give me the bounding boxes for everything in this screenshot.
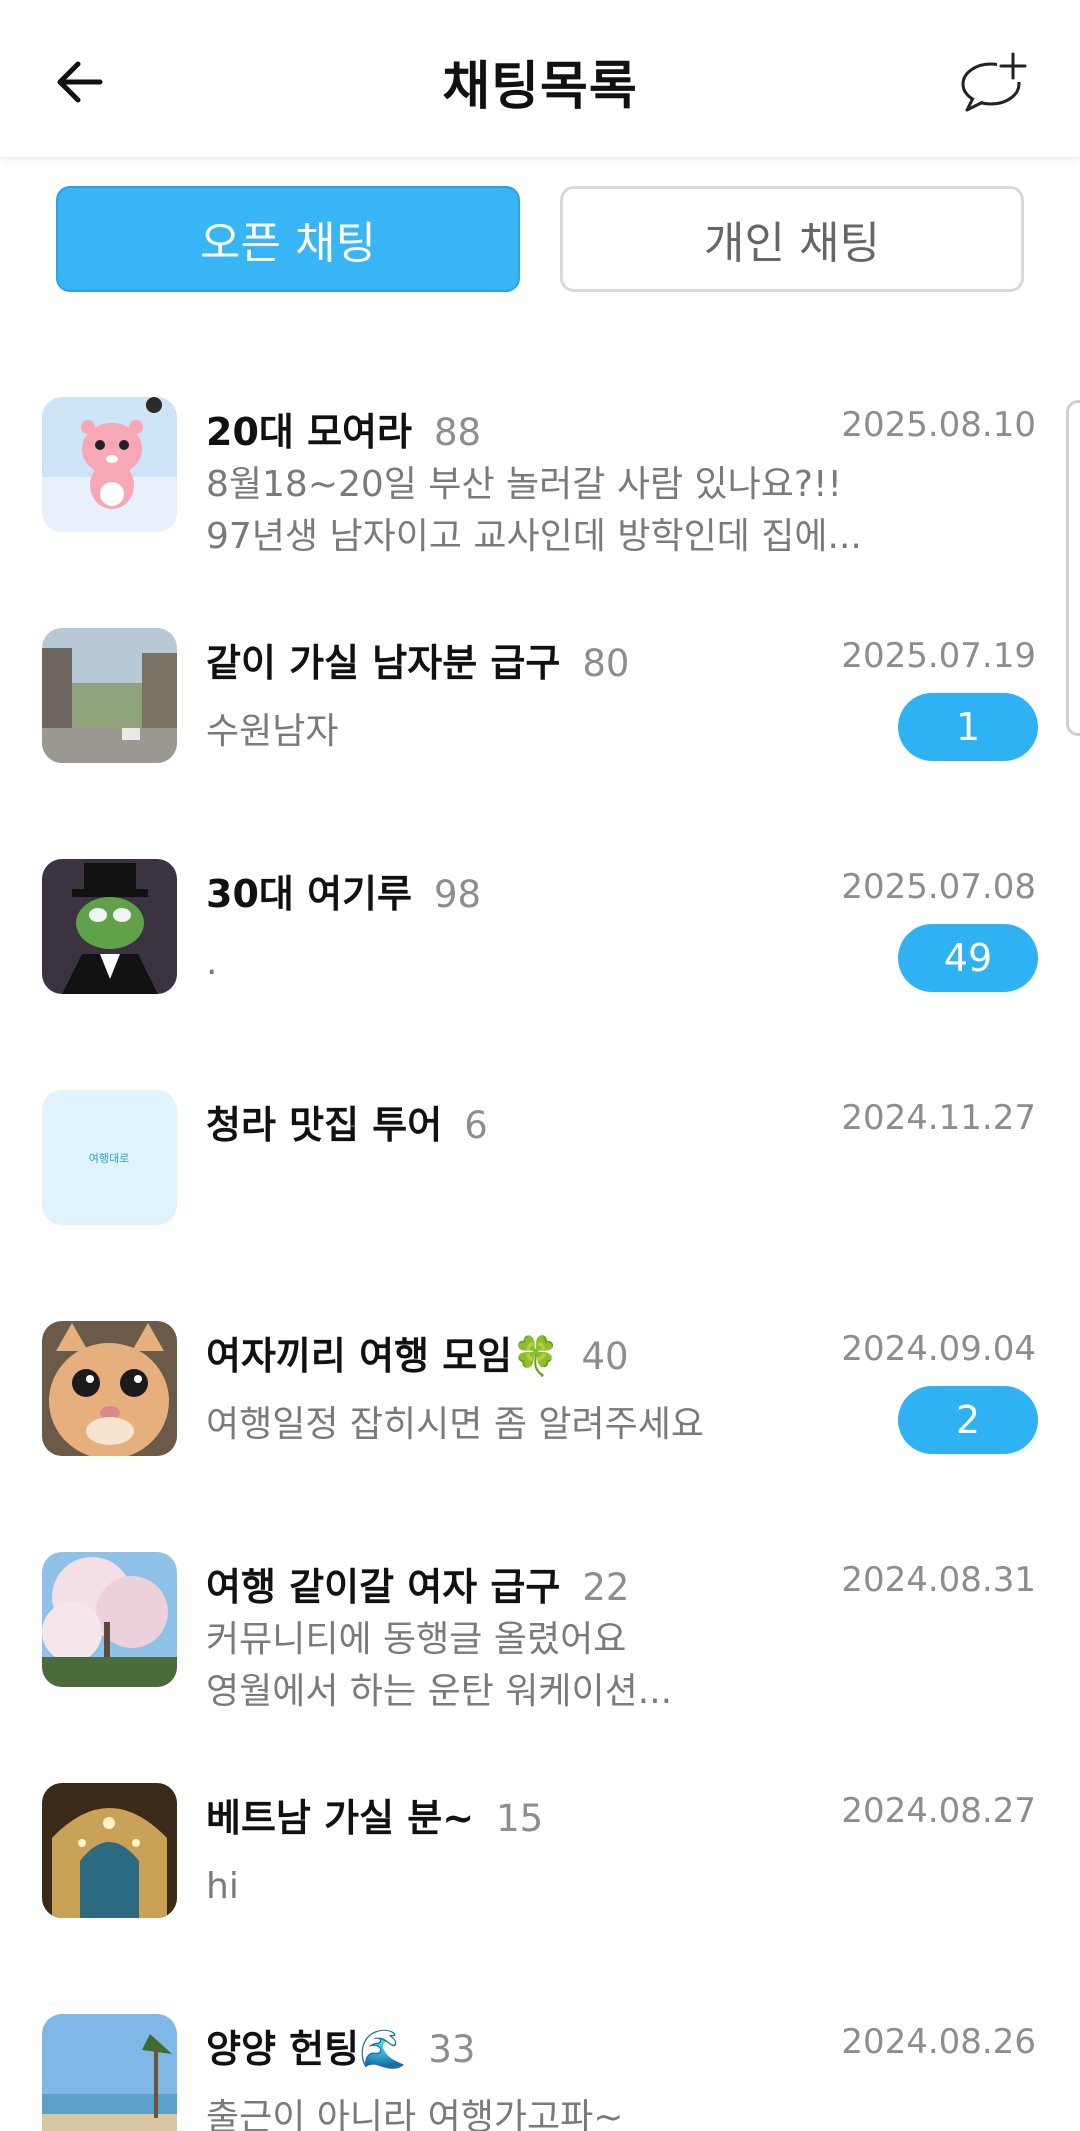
- member-count: 88: [433, 411, 482, 454]
- beach-avatar: [42, 2014, 177, 2131]
- travel-logo-avatar: 여행대로: [42, 1090, 177, 1225]
- new-chat-button[interactable]: [950, 40, 1040, 120]
- member-count: 6: [464, 1104, 488, 1147]
- chat-list-item[interactable]: 양양 헌팅🌊 33 2024.08.26 출근이 아니라 여행가고파~: [0, 1982, 1080, 2131]
- chat-name: 양양 헌팅🌊: [206, 2027, 407, 2071]
- member-count: 80: [582, 642, 630, 685]
- cat-avatar: [42, 1321, 177, 1456]
- message-preview: 8월18~20일 부산 놀러갈 사람 있나요?!! 97년생 남자이고 교사인데…: [206, 464, 862, 557]
- frog-tuxedo-avatar: [42, 859, 177, 994]
- chat-date: 2024.08.27: [841, 1791, 1036, 1831]
- chat-name: 20대 모여라: [206, 410, 412, 454]
- chat-type-tabs: 오픈 채팅 개인 채팅: [56, 186, 1024, 292]
- chat-name: 베트남 가실 분~: [206, 1796, 475, 1840]
- unread-badge: 49: [898, 924, 1038, 992]
- arch-gate-avatar: [42, 1783, 177, 1918]
- chat-date: 2024.09.04: [841, 1329, 1036, 1369]
- member-count: 40: [581, 1335, 629, 1378]
- chat-list-item[interactable]: 여자끼리 여행 모임🍀 40 2024.09.04 여행일정 잡히시면 좀 알려…: [0, 1289, 1080, 1520]
- unread-badge: 2: [898, 1386, 1038, 1454]
- pink-beaver-avatar: [42, 397, 177, 532]
- chat-name: 여행 같이갈 여자 급구: [206, 1565, 561, 1609]
- tab-open-chat[interactable]: 오픈 채팅: [56, 186, 520, 292]
- chat-list-item[interactable]: 같이 가실 남자분 급구 80 2025.07.19 수원남자 1: [0, 596, 1080, 827]
- tab-private-chat[interactable]: 개인 채팅: [560, 186, 1024, 292]
- chat-name: 여자끼리 여행 모임🍀: [206, 1334, 560, 1378]
- member-count: 22: [582, 1566, 630, 1609]
- chat-date: 2024.11.27: [841, 1098, 1036, 1138]
- avatar-logo-text: 여행대로: [89, 1152, 129, 1165]
- chat-bubble-plus-icon: [961, 52, 1029, 112]
- member-count: 33: [428, 2028, 476, 2071]
- chat-name: 30대 여기루: [206, 872, 412, 916]
- chat-list-item[interactable]: 30대 여기루 98 2025.07.08 . 49: [0, 827, 1080, 1058]
- member-count: 98: [433, 873, 482, 916]
- message-preview: 커뮤니티에 동행글 올렸어요 영월에서 하는 운탄 워케이션...: [206, 1619, 673, 1712]
- message-preview: 출근이 아니라 여행가고파~: [206, 2097, 624, 2131]
- message-preview: 수원남자: [206, 711, 339, 752]
- message-preview: 여행일정 잡히시면 좀 알려주세요: [206, 1404, 705, 1445]
- chat-list-item[interactable]: 여행대로 청라 맛집 투어 6 2024.11.27: [0, 1058, 1080, 1289]
- message-preview: .: [206, 942, 218, 983]
- chat-date: 2025.08.10: [841, 405, 1036, 445]
- unread-badge: 1: [898, 693, 1038, 761]
- chat-list-item[interactable]: 여행 같이갈 여자 급구 22 2024.08.31 커뮤니티에 동행글 올렸어…: [0, 1520, 1080, 1751]
- chat-list: 20대 모여라 88 2025.08.10 8월18~20일 부산 놀러갈 사람…: [0, 365, 1080, 2131]
- top-app-bar: 채팅목록: [0, 0, 1080, 158]
- chat-list-item[interactable]: 20대 모여라 88 2025.08.10 8월18~20일 부산 놀러갈 사람…: [0, 365, 1080, 596]
- member-count: 15: [496, 1797, 544, 1840]
- cherry-blossom-avatar: [42, 1552, 177, 1687]
- chat-list-item[interactable]: 베트남 가실 분~ 15 2024.08.27 hi: [0, 1751, 1080, 1982]
- page-title: 채팅목록: [442, 57, 638, 117]
- chat-date: 2025.07.08: [841, 867, 1036, 907]
- chat-date: 2024.08.31: [841, 1560, 1036, 1600]
- chat-date: 2024.08.26: [841, 2022, 1036, 2062]
- chat-name: 청라 맛집 투어: [206, 1103, 443, 1147]
- street-photo-avatar: [42, 628, 177, 763]
- chat-name: 같이 가실 남자분 급구: [206, 641, 561, 685]
- chat-date: 2025.07.19: [841, 636, 1036, 676]
- message-preview: hi: [206, 1866, 239, 1907]
